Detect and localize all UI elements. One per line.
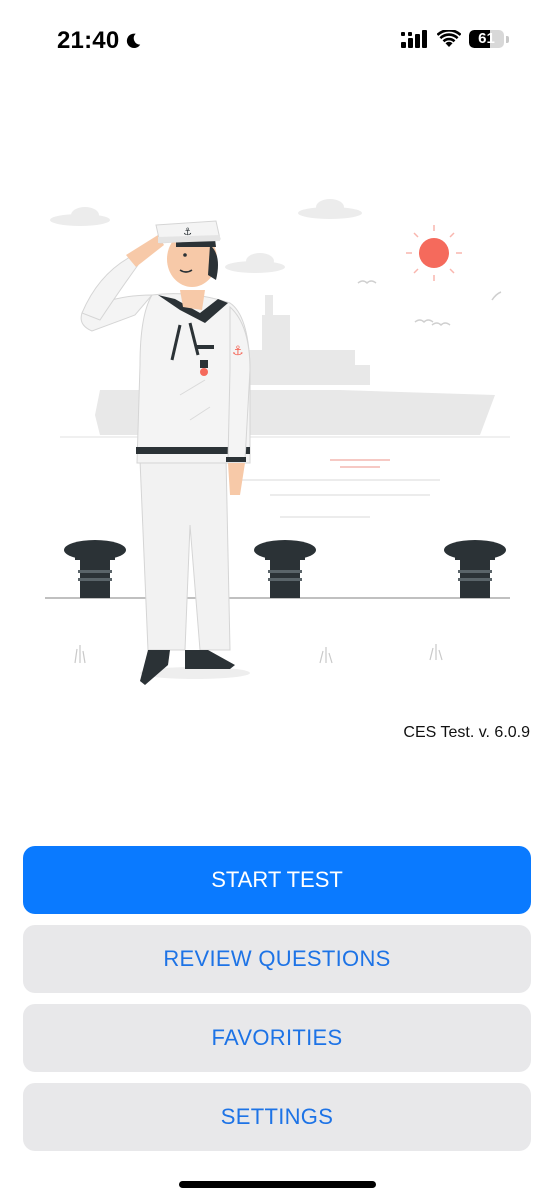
water-reflection <box>330 459 390 468</box>
grass-icon <box>74 644 443 664</box>
sun-icon <box>406 225 462 281</box>
status-indicators: 61 <box>401 30 509 48</box>
birds-icon <box>357 280 502 327</box>
sailor-icon: ⚓ ⚓ <box>80 220 251 685</box>
start-test-button[interactable]: START TEST <box>23 846 531 914</box>
svg-text:⚓: ⚓ <box>183 227 192 238</box>
battery-tip <box>506 35 509 43</box>
bollard-icon <box>64 540 506 598</box>
battery-icon: 61 <box>469 30 504 48</box>
app-version-label: CES Test. v. 6.0.9 <box>403 724 530 741</box>
sailor-saluting-illustration: ⚓ ⚓ <box>45 199 510 685</box>
settings-button[interactable]: SETTINGS <box>23 1083 531 1151</box>
svg-text:⚓: ⚓ <box>232 344 244 359</box>
review-questions-button[interactable]: REVIEW QUESTIONS <box>23 925 531 993</box>
clock-text: 21:40 <box>57 27 120 54</box>
moon-icon <box>127 33 141 49</box>
status-time: 21:40 <box>57 27 142 55</box>
main-menu: START TEST REVIEW QUESTIONS FAVORITIES S… <box>23 846 531 1162</box>
battery-level-text: 61 <box>478 30 495 47</box>
cellular-signal-icon <box>401 30 427 48</box>
favorities-button[interactable]: FAVORITIES <box>23 1004 531 1072</box>
home-indicator[interactable] <box>179 1181 376 1188</box>
status-bar: 21:40 61 <box>0 0 554 84</box>
wifi-icon <box>437 30 461 47</box>
